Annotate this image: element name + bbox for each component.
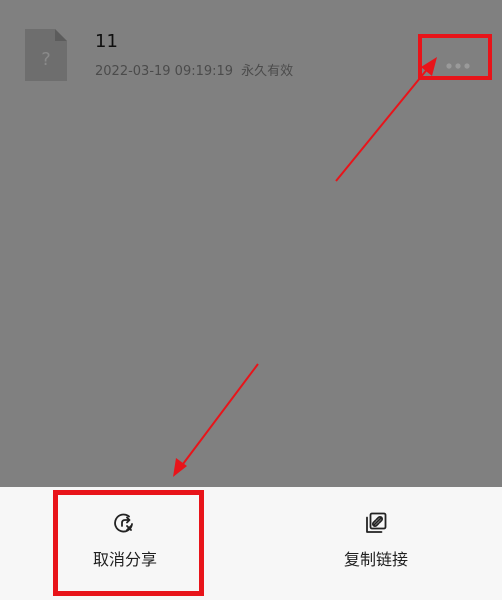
copy-link-label: 复制链接 xyxy=(344,550,409,569)
dimmed-overlay[interactable]: ? 11 2022-03-19 09:19:19 永久有效 xyxy=(0,0,502,487)
file-date: 2022-03-19 09:19:19 xyxy=(95,64,234,79)
more-dots-icon xyxy=(446,54,476,69)
unknown-file-icon: ? xyxy=(25,29,67,81)
copy-link-button[interactable]: 复制链接 xyxy=(251,487,502,600)
file-name: 11 xyxy=(95,31,118,52)
file-validity: 永久有效 xyxy=(241,64,294,79)
more-options-button[interactable] xyxy=(418,34,492,80)
cancel-share-highlight xyxy=(53,490,204,596)
svg-text:?: ? xyxy=(41,49,51,70)
file-meta: 2022-03-19 09:19:19 永久有效 xyxy=(95,63,293,81)
copy-link-icon xyxy=(364,511,388,535)
